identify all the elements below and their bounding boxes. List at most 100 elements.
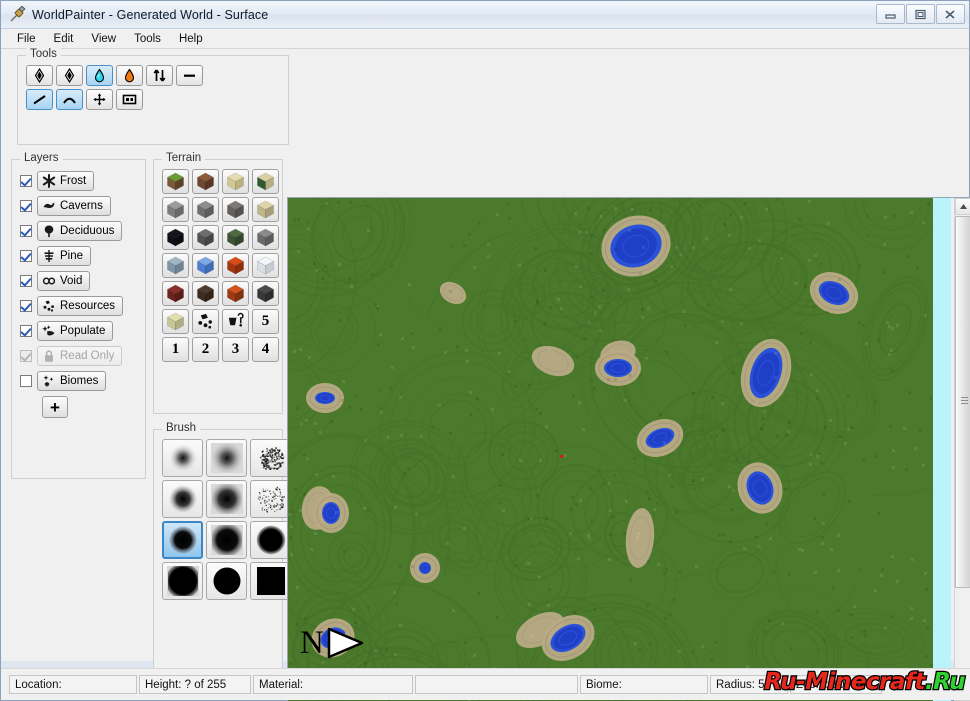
terrain-endstone[interactable]: [162, 309, 189, 334]
terrain-water[interactable]: [192, 253, 219, 278]
resources-icon: [42, 299, 56, 313]
brush-solid-square[interactable]: [162, 562, 203, 600]
menu-tools[interactable]: Tools: [126, 31, 169, 47]
swap-height-tool[interactable]: [146, 65, 173, 86]
layer-checkbox-void[interactable]: [20, 275, 32, 287]
scroll-up-button[interactable]: [955, 198, 970, 215]
terrain-sandstone2[interactable]: [252, 197, 279, 222]
resources-icon: [196, 312, 215, 331]
layer-button-void[interactable]: Void: [37, 271, 90, 291]
worldpainter-window: WorldPainter - Generated World - Surface…: [0, 0, 970, 701]
terrain-slot-2[interactable]: 2: [192, 337, 219, 362]
terrain-sand[interactable]: [222, 169, 249, 194]
menu-help[interactable]: Help: [171, 31, 211, 47]
brush-noise-circle[interactable]: [250, 439, 291, 477]
layers-panel-title: Layers: [20, 152, 63, 164]
layer-button-populate[interactable]: Populate: [37, 321, 113, 341]
terrain-ice[interactable]: [162, 253, 189, 278]
terrain-magma[interactable]: [222, 253, 249, 278]
layer-label: Pine: [60, 250, 83, 262]
terrain-mossy[interactable]: [222, 225, 249, 250]
terrain-slot-1[interactable]: 1: [162, 337, 189, 362]
menu-edit[interactable]: Edit: [46, 31, 82, 47]
brush-soft-square[interactable]: [206, 439, 247, 477]
close-button[interactable]: [936, 4, 965, 24]
terrain-slot-5[interactable]: 5: [252, 309, 279, 334]
layer-checkbox-frost[interactable]: [20, 175, 32, 187]
terrain-obsidian[interactable]: [162, 225, 189, 250]
world-map-canvas[interactable]: [288, 198, 933, 701]
terrain-custom[interactable]: [222, 309, 249, 334]
terrain-stone2[interactable]: [252, 225, 279, 250]
lava-tool[interactable]: [116, 65, 143, 86]
terrain-stone[interactable]: [162, 197, 189, 222]
raise-lower-tool[interactable]: [26, 65, 53, 86]
terrain-soulsand[interactable]: [192, 281, 219, 306]
layer-checkbox-caverns[interactable]: [20, 200, 32, 212]
layer-button-resources[interactable]: Resources: [37, 296, 123, 316]
flatten-tool[interactable]: [176, 65, 203, 86]
map-vertical-scrollbar[interactable]: [954, 198, 970, 701]
layer-label: Read Only: [60, 350, 114, 362]
map-view[interactable]: N 100 blocks: [287, 197, 970, 701]
lava-drop-icon: [122, 68, 137, 83]
terrain-palette-grid: 5 1234: [162, 169, 279, 362]
brush-soft-circle[interactable]: [162, 439, 203, 477]
tree-icon: [42, 224, 56, 238]
layer-button-biomes[interactable]: Biomes: [37, 371, 106, 391]
layer-checkbox-pine[interactable]: [20, 250, 32, 262]
brush-hard-circle[interactable]: [162, 521, 203, 559]
terrain-slot-4[interactable]: 4: [252, 337, 279, 362]
brush-hard-square[interactable]: [206, 521, 247, 559]
menu-file[interactable]: File: [9, 31, 44, 47]
terrain-snow[interactable]: [252, 253, 279, 278]
layer-checkbox-biomes[interactable]: [20, 375, 32, 387]
scrollbar-thumb[interactable]: [955, 216, 970, 588]
brush-flat-circle[interactable]: [206, 562, 247, 600]
text-tool[interactable]: [116, 89, 143, 110]
window-title: WorldPainter - Generated World - Surface: [32, 8, 268, 22]
terrain-lava[interactable]: [222, 281, 249, 306]
layer-button-frost[interactable]: Frost: [37, 171, 94, 191]
water-tool[interactable]: [86, 65, 113, 86]
raise-lower-alt-tool[interactable]: [56, 65, 83, 86]
snowflake-icon: [42, 174, 56, 188]
layer-checkbox-populate[interactable]: [20, 325, 32, 337]
status-label: Height: ? of 255: [145, 679, 226, 691]
terrain-netherrack[interactable]: [162, 281, 189, 306]
brush-speckle-circle[interactable]: [250, 480, 291, 518]
brush-medium-square[interactable]: [206, 480, 247, 518]
layer-checkbox-deciduous[interactable]: [20, 225, 32, 237]
terrain-grass[interactable]: [162, 169, 189, 194]
terrain-gravel[interactable]: [222, 197, 249, 222]
menu-view[interactable]: View: [83, 31, 124, 47]
brush-flat-square[interactable]: [250, 562, 291, 600]
layer-label: Resources: [60, 300, 115, 312]
add-layer-button[interactable]: +: [42, 396, 68, 418]
layer-checkbox-resources[interactable]: [20, 300, 32, 312]
terrain-sandstone[interactable]: [252, 169, 279, 194]
height-up-down-alt-icon: [62, 68, 77, 83]
terrain-andesite[interactable]: [192, 225, 219, 250]
blank-field: [415, 675, 578, 694]
compass-arrow-icon: [324, 625, 368, 661]
slope-tool[interactable]: [26, 89, 53, 110]
maximize-button[interactable]: [906, 4, 935, 24]
window-controls: [876, 4, 965, 24]
terrain-slot-3[interactable]: 3: [222, 337, 249, 362]
terrain-basalt[interactable]: [252, 281, 279, 306]
move-tool[interactable]: [86, 89, 113, 110]
terrain-slot-label: 2: [202, 341, 210, 358]
layer-button-caverns[interactable]: Caverns: [37, 196, 111, 216]
brush-solid-circle[interactable]: [250, 521, 291, 559]
smooth-tool[interactable]: [56, 89, 83, 110]
minimize-button[interactable]: [876, 4, 905, 24]
brush-medium-circle[interactable]: [162, 480, 203, 518]
terrain-resources[interactable]: [192, 309, 219, 334]
terrain-cobble[interactable]: [192, 197, 219, 222]
layer-button-pine[interactable]: Pine: [37, 246, 91, 266]
layer-button-deciduous[interactable]: Deciduous: [37, 221, 122, 241]
terrain-dirt[interactable]: [192, 169, 219, 194]
watermark-suffix: .Ru: [925, 669, 965, 695]
populate-icon: [42, 324, 56, 338]
